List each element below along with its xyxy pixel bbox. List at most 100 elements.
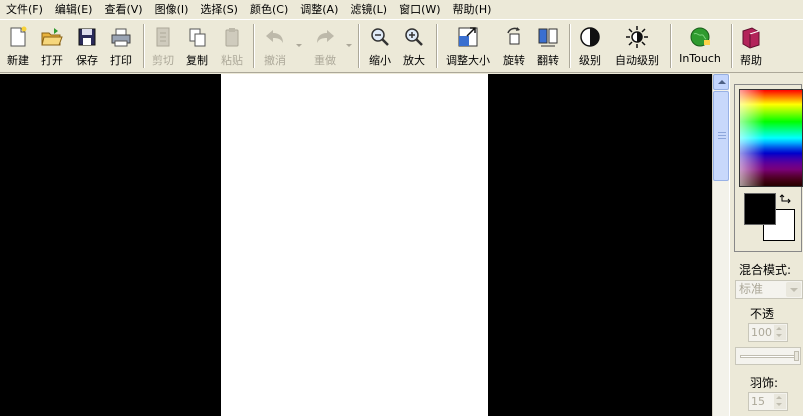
- grip-line: [718, 132, 726, 133]
- auto-levels-label: 自动级别: [615, 54, 659, 67]
- rotate-icon: [507, 27, 520, 45]
- slider-knob[interactable]: [794, 351, 799, 361]
- flip-label: 翻转: [537, 54, 559, 67]
- toolbar-separator: [358, 24, 360, 68]
- chevron-down-icon: [786, 282, 801, 297]
- vertical-scrollbar[interactable]: [712, 74, 729, 416]
- opacity-label: 不透: [750, 307, 775, 321]
- foreground-color-swatch[interactable]: [744, 193, 776, 225]
- zoom-out-icon: [371, 28, 389, 46]
- toolbar-separator: [143, 24, 145, 68]
- resize-icon: [458, 27, 478, 47]
- cut-label: 剪切: [152, 54, 174, 67]
- undo-button[interactable]: 撤消: [260, 23, 290, 69]
- zoom-in-button[interactable]: 放大: [399, 23, 429, 69]
- zoom-in-icon: [405, 28, 423, 46]
- redo-arrow-icon: [317, 30, 334, 43]
- blend-mode-value: 标准: [739, 282, 764, 296]
- grip-line: [718, 138, 726, 139]
- zoom-out-button[interactable]: 缩小: [365, 23, 395, 69]
- toolbar-separator: [670, 24, 672, 68]
- menu-window[interactable]: 窗口(W): [393, 0, 446, 19]
- flip-icon: [538, 28, 558, 47]
- slider-track: [740, 355, 796, 358]
- menu-image[interactable]: 图像(I): [149, 0, 195, 19]
- opacity-spinner[interactable]: 100: [748, 323, 788, 342]
- print-button[interactable]: 打印: [106, 23, 136, 69]
- save-label: 保存: [76, 54, 98, 67]
- redo-button[interactable]: 重做: [310, 23, 340, 69]
- undo-label: 撤消: [264, 54, 286, 67]
- auto-levels-button[interactable]: 自动级别: [611, 23, 663, 69]
- color-spectrum-picker[interactable]: [739, 89, 803, 187]
- new-label: 新建: [7, 54, 29, 67]
- menu-adjust[interactable]: 调整(A): [294, 0, 344, 19]
- menu-color[interactable]: 颜色(C): [244, 0, 294, 19]
- intouch-button[interactable]: InTouch: [676, 23, 724, 69]
- menu-bar: 文件(F) 编辑(E) 查看(V) 图像(I) 选择(S) 颜色(C) 调整(A…: [0, 0, 803, 19]
- spinner-arrows-icon[interactable]: [774, 394, 786, 409]
- scroll-up-button[interactable]: [713, 74, 729, 90]
- toolbar-separator: [436, 24, 438, 68]
- zoom-in-label: 放大: [403, 54, 425, 67]
- app-window: 文件(F) 编辑(E) 查看(V) 图像(I) 选择(S) 颜色(C) 调整(A…: [0, 0, 803, 416]
- feather-label: 羽饰:: [750, 376, 779, 390]
- feather-value: 15: [751, 395, 765, 408]
- resize-button[interactable]: 调整大小: [442, 23, 494, 69]
- scroll-thumb[interactable]: [713, 91, 729, 181]
- flip-button[interactable]: 翻转: [534, 23, 562, 69]
- toolbar-separator: [731, 24, 733, 68]
- paste-label: 粘贴: [221, 54, 243, 67]
- resize-label: 调整大小: [446, 54, 490, 67]
- tool-options-panel: 混合模式: 标准 不透 100 羽饰: 15: [729, 74, 803, 416]
- toolbar: 新建 打开 保存 打印 剪切 复制 粘贴 撤消 重做 缩小 放大 调整大小 旋转…: [0, 19, 803, 73]
- save-button[interactable]: 保存: [72, 23, 102, 69]
- menu-help[interactable]: 帮助(H): [447, 0, 498, 19]
- open-label: 打开: [41, 54, 63, 67]
- menu-select[interactable]: 选择(S): [194, 0, 244, 19]
- cut-button[interactable]: 剪切: [149, 23, 177, 69]
- printer-icon: [111, 28, 131, 47]
- rotate-label: 旋转: [503, 54, 525, 67]
- opacity-slider[interactable]: [735, 347, 801, 365]
- menu-filter[interactable]: 滤镜(L): [344, 0, 393, 19]
- copy-label: 复制: [186, 54, 208, 67]
- menu-view[interactable]: 查看(V): [98, 0, 148, 19]
- swap-colors-icon[interactable]: [779, 193, 793, 207]
- intouch-label: InTouch: [679, 52, 721, 65]
- toolbar-separator: [253, 24, 255, 68]
- floppy-disk-icon: [78, 28, 96, 46]
- help-button[interactable]: 帮助: [736, 23, 766, 69]
- levels-button[interactable]: 级别: [575, 23, 605, 69]
- feather-spinner[interactable]: 15: [748, 392, 788, 411]
- redo-label: 重做: [314, 54, 336, 67]
- menu-file[interactable]: 文件(F): [0, 0, 49, 19]
- menu-edit[interactable]: 编辑(E): [49, 0, 99, 19]
- document-canvas[interactable]: [221, 74, 488, 416]
- paste-button[interactable]: 粘贴: [218, 23, 246, 69]
- new-button[interactable]: 新建: [3, 23, 33, 69]
- spinner-arrows-icon[interactable]: [774, 325, 786, 340]
- grip-line: [718, 135, 726, 136]
- undo-arrow-icon: [266, 30, 283, 43]
- redo-dropdown-icon[interactable]: [346, 44, 352, 47]
- undo-dropdown-icon[interactable]: [296, 44, 302, 47]
- toolbar-separator: [569, 24, 571, 68]
- scissors-icon: [156, 27, 170, 47]
- print-label: 打印: [110, 54, 132, 67]
- levels-label: 级别: [579, 54, 601, 67]
- rotate-button[interactable]: 旋转: [500, 23, 528, 69]
- help-book-icon: [742, 27, 760, 49]
- opacity-value: 100: [751, 326, 772, 339]
- help-label: 帮助: [740, 54, 762, 67]
- auto-levels-icon: [626, 26, 648, 48]
- clipboard-icon: [225, 28, 239, 47]
- open-button[interactable]: 打开: [37, 23, 67, 69]
- copy-icon: [189, 28, 206, 47]
- new-file-icon: [10, 26, 27, 47]
- blend-mode-select[interactable]: 标准: [735, 280, 803, 299]
- copy-button[interactable]: 复制: [183, 23, 211, 69]
- open-folder-icon: [41, 28, 63, 46]
- canvas-workspace[interactable]: [0, 74, 712, 416]
- zoom-out-label: 缩小: [369, 54, 391, 67]
